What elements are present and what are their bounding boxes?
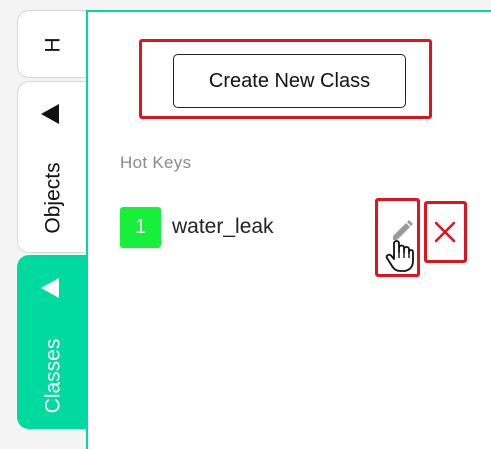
class-name[interactable]: water_leak <box>172 215 274 239</box>
triangle-left-icon <box>41 104 59 124</box>
tab-objects-label: Objects <box>41 162 64 234</box>
hot-keys-label: Hot Keys <box>120 153 192 172</box>
tab-classes-label: Classes <box>41 338 64 414</box>
tab-h[interactable]: H <box>17 10 87 78</box>
hand-pointer-icon <box>385 240 414 272</box>
close-icon <box>434 221 456 243</box>
delete-class-button[interactable] <box>427 208 463 254</box>
hotkey-badge: 1 <box>120 207 161 248</box>
tab-h-label: H <box>41 37 64 53</box>
tab-objects[interactable]: Objects <box>17 81 87 253</box>
tab-classes[interactable]: Classes <box>17 255 87 429</box>
create-new-class-button[interactable]: Create New Class <box>173 54 406 108</box>
triangle-left-icon <box>41 278 59 298</box>
